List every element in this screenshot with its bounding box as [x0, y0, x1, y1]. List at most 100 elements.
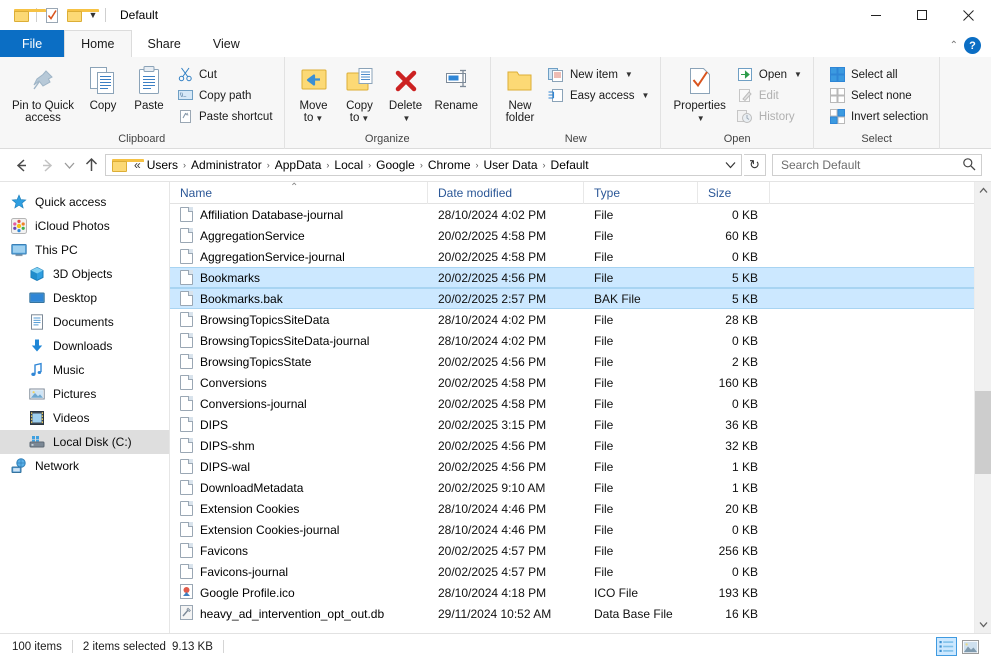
- table-row[interactable]: Google Profile.ico28/10/2024 4:18 PMICO …: [170, 582, 974, 603]
- tab-file[interactable]: File: [0, 30, 64, 57]
- scroll-down-arrow[interactable]: [975, 616, 991, 633]
- table-row[interactable]: Extension Cookies28/10/2024 4:46 PMFile2…: [170, 498, 974, 519]
- open-caret[interactable]: ▼: [794, 70, 802, 79]
- table-row[interactable]: DIPS-wal20/02/2025 4:56 PMFile1 KB: [170, 456, 974, 477]
- easy-access-button[interactable]: Easy access ▼: [543, 85, 654, 106]
- sidebar-item-music[interactable]: Music: [0, 358, 169, 382]
- copy-button[interactable]: Copy: [80, 62, 126, 114]
- table-row[interactable]: Conversions20/02/2025 4:58 PMFile160 KB: [170, 372, 974, 393]
- open-button[interactable]: Open ▼: [732, 64, 807, 85]
- sidebar-item-icloud-photos[interactable]: iCloud Photos: [0, 214, 169, 238]
- help-icon[interactable]: ?: [964, 37, 981, 54]
- delete-button[interactable]: Delete▼: [383, 62, 429, 127]
- details-view-button[interactable]: [936, 637, 957, 656]
- sidebar-item-local-disk-c[interactable]: Local Disk (C:): [0, 430, 169, 454]
- tab-home[interactable]: Home: [64, 30, 131, 57]
- scrollbar-thumb[interactable]: [975, 391, 991, 474]
- sidebar-item-this-pc[interactable]: This PC: [0, 238, 169, 262]
- table-row[interactable]: AggregationService20/02/2025 4:58 PMFile…: [170, 225, 974, 246]
- table-row[interactable]: DownloadMetadata20/02/2025 9:10 AMFile1 …: [170, 477, 974, 498]
- sidebar-item-downloads[interactable]: Downloads: [0, 334, 169, 358]
- new-item-button[interactable]: New item ▼: [543, 64, 654, 85]
- breadcrumb-item-chrome[interactable]: Chrome: [424, 158, 475, 172]
- close-button[interactable]: [945, 0, 991, 30]
- scroll-up-arrow[interactable]: [975, 182, 991, 199]
- sidebar-item-quick-access[interactable]: Quick access: [0, 190, 169, 214]
- breadcrumb-item-administrator[interactable]: Administrator: [187, 158, 266, 172]
- breadcrumb-item-user-data[interactable]: User Data: [480, 158, 542, 172]
- properties-icon[interactable]: [41, 4, 63, 26]
- file-size: 20 KB: [698, 502, 770, 516]
- sidebar-item-desktop[interactable]: Desktop: [0, 286, 169, 310]
- paste-shortcut-button[interactable]: Paste shortcut: [172, 106, 278, 127]
- breadcrumb-item-appdata[interactable]: AppData: [271, 158, 326, 172]
- vertical-scrollbar[interactable]: [974, 182, 991, 633]
- folder-icon[interactable]: [10, 4, 32, 26]
- minimize-button[interactable]: [853, 0, 899, 30]
- breadcrumb-item-local[interactable]: Local: [330, 158, 367, 172]
- history-button[interactable]: History: [732, 106, 807, 127]
- sidebar-item-3d-objects[interactable]: 3D Objects: [0, 262, 169, 286]
- rename-button[interactable]: Rename: [429, 62, 484, 114]
- breadcrumb-item-users[interactable]: Users: [143, 158, 182, 172]
- sidebar-item-network[interactable]: Network: [0, 454, 169, 478]
- new-folder-button[interactable]: Newfolder: [497, 62, 543, 126]
- table-row[interactable]: AggregationService-journal20/02/2025 4:5…: [170, 246, 974, 267]
- table-row[interactable]: Bookmarks.bak20/02/2025 2:57 PMBAK File5…: [170, 288, 974, 309]
- status-divider-2: [223, 640, 224, 653]
- customize-qat-caret[interactable]: ▼: [85, 4, 101, 26]
- table-row[interactable]: DIPS-shm20/02/2025 4:56 PMFile32 KB: [170, 435, 974, 456]
- search-input[interactable]: Search Default: [772, 154, 982, 176]
- edit-button[interactable]: Edit: [732, 85, 807, 106]
- sidebar-item-documents[interactable]: Documents: [0, 310, 169, 334]
- sidebar-item-pictures[interactable]: Pictures: [0, 382, 169, 406]
- table-row[interactable]: Extension Cookies-journal28/10/2024 4:46…: [170, 519, 974, 540]
- column-header-date-modified[interactable]: Date modified: [428, 182, 584, 204]
- breadcrumb-dropdown-icon[interactable]: [722, 155, 739, 175]
- column-header-type[interactable]: Type: [584, 182, 698, 204]
- forward-arrow-icon[interactable]: [35, 153, 59, 177]
- breadcrumb-item-default[interactable]: Default: [547, 158, 593, 172]
- back-arrow-icon[interactable]: [9, 153, 33, 177]
- sidebar-item-videos[interactable]: Videos: [0, 406, 169, 430]
- paste-button[interactable]: Paste: [126, 62, 172, 114]
- table-row[interactable]: BrowsingTopicsSiteData28/10/2024 4:02 PM…: [170, 309, 974, 330]
- file-size: 36 KB: [698, 418, 770, 432]
- table-row[interactable]: Favicons-journal20/02/2025 4:57 PMFile0 …: [170, 561, 974, 582]
- file-date-modified: 20/02/2025 4:58 PM: [428, 397, 584, 411]
- maximize-button[interactable]: [899, 0, 945, 30]
- select-none-button[interactable]: Select none: [824, 85, 933, 106]
- tab-share[interactable]: Share: [132, 30, 197, 57]
- scrollbar-track[interactable]: [975, 199, 991, 616]
- column-header-name[interactable]: Name ⌃: [170, 182, 428, 204]
- table-row[interactable]: Bookmarks20/02/2025 4:56 PMFile5 KB: [170, 267, 974, 288]
- pin-to-quick-access-button[interactable]: Pin to Quickaccess: [6, 62, 80, 126]
- table-row[interactable]: Conversions-journal20/02/2025 4:58 PMFil…: [170, 393, 974, 414]
- move-to-button[interactable]: Moveto▼: [291, 62, 337, 127]
- copy-path-button[interactable]: \\.. Copy path: [172, 85, 278, 106]
- table-row[interactable]: Affiliation Database-journal28/10/2024 4…: [170, 204, 974, 225]
- easy-access-caret[interactable]: ▼: [642, 91, 650, 100]
- breadcrumb[interactable]: « Users › Administrator › AppData › Loca…: [105, 154, 742, 176]
- properties-button[interactable]: Properties▼: [667, 62, 731, 127]
- recent-locations-caret[interactable]: [61, 153, 77, 177]
- new-item-caret[interactable]: ▼: [625, 70, 633, 79]
- refresh-button[interactable]: ↻: [744, 154, 766, 176]
- invert-selection-button[interactable]: Invert selection: [824, 106, 933, 127]
- tab-view[interactable]: View: [197, 30, 256, 57]
- column-header-size[interactable]: Size: [698, 182, 770, 204]
- copy-to-button[interactable]: Copyto▼: [337, 62, 383, 127]
- select-all-button[interactable]: Select all: [824, 64, 933, 85]
- breadcrumb-item-google[interactable]: Google: [372, 158, 419, 172]
- new-folder-icon[interactable]: [63, 4, 85, 26]
- table-row[interactable]: BrowsingTopicsSiteData-journal28/10/2024…: [170, 330, 974, 351]
- up-arrow-icon[interactable]: [79, 153, 103, 177]
- table-row[interactable]: Favicons20/02/2025 4:57 PMFile256 KB: [170, 540, 974, 561]
- large-icons-view-button[interactable]: [960, 637, 981, 656]
- table-row[interactable]: BrowsingTopicsState20/02/2025 4:56 PMFil…: [170, 351, 974, 372]
- table-row[interactable]: DIPS20/02/2025 3:15 PMFile36 KB: [170, 414, 974, 435]
- table-row[interactable]: heavy_ad_intervention_opt_out.db29/11/20…: [170, 603, 974, 624]
- cut-button[interactable]: Cut: [172, 64, 278, 85]
- collapse-ribbon-icon[interactable]: ⌃: [950, 40, 958, 51]
- search-icon[interactable]: [962, 157, 976, 174]
